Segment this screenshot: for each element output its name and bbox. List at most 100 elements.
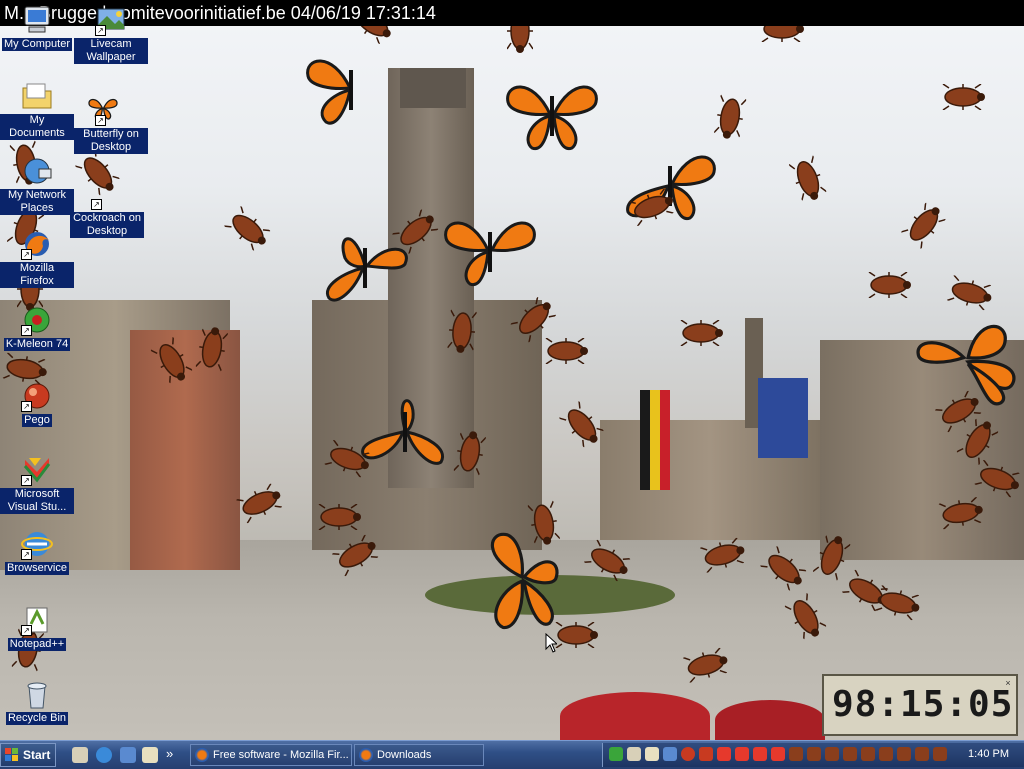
- butterfly-tray-icon[interactable]: [753, 747, 767, 761]
- recycle-bin-icon: [21, 678, 53, 710]
- taskbar-button-label: Downloads: [377, 749, 432, 761]
- desktop-icon-pego[interactable]: ↗ Pego: [0, 380, 74, 427]
- cockroach-tray-icon[interactable]: [933, 747, 947, 761]
- taskbar-button-firefox[interactable]: Free software - Mozilla Fir...: [190, 744, 352, 766]
- cockroach-sprite[interactable]: [447, 308, 477, 354]
- taskbar-button-label: Free software - Mozilla Fir...: [213, 749, 349, 761]
- cockroach-sprite[interactable]: [235, 482, 286, 524]
- start-button[interactable]: Start: [0, 743, 56, 767]
- outlook-express-icon[interactable]: [120, 747, 136, 763]
- desktop-icon-recycle-bin[interactable]: Recycle Bin: [0, 678, 74, 725]
- cockroach-sprite[interactable]: [223, 205, 273, 253]
- digital-clock-widget[interactable]: 98:15:05 ×: [822, 674, 1018, 736]
- firefox-icon: ↗: [21, 228, 53, 260]
- internet-explorer-icon[interactable]: [96, 747, 112, 763]
- cockroach-tray-icon[interactable]: [915, 747, 929, 761]
- belgian-flag: [640, 390, 670, 490]
- butterfly-tray-icon[interactable]: [735, 747, 749, 761]
- clock-tray-icon[interactable]: [681, 747, 695, 761]
- desktop-icon-label: My Network Places: [0, 189, 74, 215]
- butterfly-sprite[interactable]: [440, 212, 540, 288]
- tray-icon[interactable]: [699, 747, 713, 761]
- eu-flag: [758, 378, 808, 458]
- cockroach-sprite[interactable]: [900, 200, 948, 250]
- cockroach-tray-icon[interactable]: [897, 747, 911, 761]
- computer-icon: [21, 4, 53, 36]
- shortcut-arrow-icon: ↗: [95, 115, 106, 126]
- cockroach-tray-icon[interactable]: [861, 747, 875, 761]
- desktop-icon-label: Microsoft Visual Stu...: [0, 488, 74, 514]
- cockroach-tray-icon[interactable]: [807, 747, 821, 761]
- tray-clock[interactable]: 1:40 PM: [968, 748, 1009, 760]
- windows-logo-icon: [5, 748, 18, 761]
- clock-digits: 98:15:05: [832, 684, 1014, 725]
- desktop-icon-label: Browservice: [5, 562, 69, 575]
- quick-launch-icon[interactable]: [142, 747, 158, 763]
- desktop-icon-label: Cockroach on Desktop: [70, 212, 144, 238]
- cockroach-sprite[interactable]: [558, 400, 606, 450]
- red-umbrella: [560, 692, 710, 740]
- desktop-icon-butterfly-on-desktop[interactable]: ↗ Butterfly on Desktop: [74, 94, 148, 154]
- tray-icon[interactable]: [609, 747, 623, 761]
- butterfly-tray-icon[interactable]: [717, 747, 731, 761]
- pego-icon: ↗: [21, 380, 53, 412]
- livecam-icon: ↗: [95, 4, 127, 36]
- cockroach-sprite[interactable]: [312, 504, 366, 530]
- close-icon[interactable]: ×: [1003, 678, 1013, 688]
- cockroach-sprite[interactable]: [552, 622, 600, 648]
- desktop-icon-my-documents[interactable]: My Documents: [0, 80, 74, 140]
- tray-icon[interactable]: [645, 747, 659, 761]
- kmeleon-icon: ↗: [21, 304, 53, 336]
- shortcut-arrow-icon: ↗: [21, 325, 32, 336]
- shortcut-arrow-icon: ↗: [21, 249, 32, 260]
- desktop-icon-label: My Computer: [1, 38, 73, 51]
- cockroach-sprite[interactable]: [540, 338, 592, 364]
- desktop-icon-livecam-wallpaper[interactable]: ↗ Livecam Wallpaper: [74, 4, 148, 64]
- system-tray: 1:40 PM: [602, 743, 1024, 767]
- cockroach-sprite[interactable]: [713, 93, 747, 141]
- show-desktop-icon[interactable]: [72, 747, 88, 763]
- visual-studio-icon: ↗: [21, 454, 53, 486]
- cockroach-tray-icon[interactable]: [879, 747, 893, 761]
- belfry-top: [400, 68, 466, 108]
- cockroach-sprite[interactable]: [930, 271, 1010, 316]
- cockroach-sprite[interactable]: [788, 154, 827, 204]
- shortcut-arrow-icon: ↗: [21, 475, 32, 486]
- firefox-icon: [195, 748, 209, 762]
- tray-icon[interactable]: [663, 747, 677, 761]
- shortcut-arrow-icon: ↗: [21, 549, 32, 560]
- desktop-icon-visual-studio[interactable]: ↗ Microsoft Visual Stu...: [0, 454, 74, 514]
- taskbar-button-downloads[interactable]: Downloads: [354, 744, 484, 766]
- notepad-plus-plus-icon: ↗: [21, 604, 53, 636]
- cockroach-sprite[interactable]: [860, 272, 918, 298]
- desktop-icon-k-meleon[interactable]: ↗ K-Meleon 74: [0, 304, 74, 351]
- desktop-icon-my-computer[interactable]: My Computer: [0, 4, 74, 51]
- desktop-icon-label: Recycle Bin: [5, 712, 69, 725]
- desktop-icon-label: Butterfly on Desktop: [74, 128, 148, 154]
- butterfly-tray-icon[interactable]: [771, 747, 785, 761]
- quick-launch-overflow[interactable]: »: [166, 746, 173, 761]
- cockroach-tray-icon[interactable]: [789, 747, 803, 761]
- red-umbrella: [715, 700, 825, 740]
- desktop-icon-notepad-plus-plus[interactable]: ↗ Notepad++: [0, 604, 74, 651]
- cockroach-icon: ↗: [91, 178, 123, 210]
- desktop-icon-label: Mozilla Firefox: [0, 262, 74, 288]
- desktop-icon-mozilla-firefox[interactable]: ↗ Mozilla Firefox: [0, 228, 74, 288]
- folder-icon: [21, 80, 53, 112]
- desktop-icon-my-network-places[interactable]: My Network Places: [0, 155, 74, 215]
- desktop-icon-label: K-Meleon 74: [3, 338, 71, 351]
- butterfly-sprite[interactable]: [302, 50, 402, 126]
- cockroach-tray-icon[interactable]: [825, 747, 839, 761]
- cockroach-sprite[interactable]: [672, 320, 730, 346]
- cockroach-tray-icon[interactable]: [843, 747, 857, 761]
- butterfly-sprite[interactable]: [495, 76, 609, 152]
- tray-icon[interactable]: [627, 747, 641, 761]
- shortcut-arrow-icon: ↗: [95, 25, 106, 36]
- shortcut-arrow-icon: ↗: [21, 625, 32, 636]
- desktop-icon-cockroach-on-desktop[interactable]: ↗ Cockroach on Desktop: [70, 178, 144, 238]
- desktop-icon-label: Livecam Wallpaper: [74, 38, 148, 64]
- cockroach-sprite[interactable]: [934, 84, 992, 110]
- taskbar: Start » Free software - Mozilla Fir... D…: [0, 740, 1024, 769]
- firefox-icon: [359, 748, 373, 762]
- desktop-icon-browservice[interactable]: ↗ Browservice: [0, 528, 74, 575]
